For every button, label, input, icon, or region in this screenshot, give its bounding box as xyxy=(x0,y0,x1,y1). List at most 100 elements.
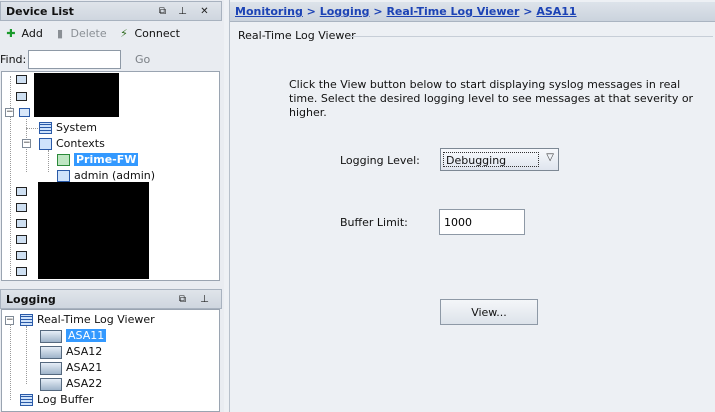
firewall-device-icon xyxy=(40,329,62,343)
breadcrumb-logging[interactable]: Logging xyxy=(320,5,370,18)
pin-icon[interactable]: ⊥ xyxy=(197,292,212,307)
system-icon xyxy=(39,122,52,134)
log-buffer-icon xyxy=(20,394,33,406)
tree-item-system[interactable]: System xyxy=(39,120,97,136)
buffer-limit-input[interactable] xyxy=(439,209,525,235)
device-tree[interactable]: − System − Contexts Prime-FW admin (admi… xyxy=(1,71,220,281)
logging-tree[interactable]: − Real-Time Log Viewer ASA11 ASA12 ASA21… xyxy=(1,309,220,412)
connect-label: Connect xyxy=(134,27,180,40)
contexts-icon xyxy=(39,138,52,150)
context-icon xyxy=(57,154,70,166)
breadcrumb-device[interactable]: ASA11 xyxy=(536,5,576,18)
device-toolbar: ✚ Add ▮ Delete ⚡ Connect xyxy=(0,23,222,45)
asa12-label: ASA12 xyxy=(66,345,103,358)
device-list-header: Device List ⧉ ⊥ ✕ xyxy=(0,1,222,21)
firewall-device-icon xyxy=(40,377,62,391)
tree-item-asa22[interactable]: ASA22 xyxy=(40,376,102,392)
device-icon xyxy=(19,107,30,117)
log-viewer-icon xyxy=(20,314,33,326)
buffer-limit-label: Buffer Limit: xyxy=(340,216,408,229)
tree-device-7[interactable] xyxy=(16,232,27,248)
firewall-device-icon xyxy=(40,361,62,375)
tree-device-4[interactable] xyxy=(16,184,27,200)
tree-device-9[interactable] xyxy=(16,264,27,280)
connect-icon: ⚡ xyxy=(120,27,128,40)
tree-device-6[interactable] xyxy=(16,216,27,232)
logging-level-label: Logging Level: xyxy=(340,154,420,167)
breadcrumb-separator: > xyxy=(373,5,383,18)
system-label: System xyxy=(56,121,98,134)
computer-icon xyxy=(16,250,27,260)
tree-item-prime-fw[interactable]: Prime-FW xyxy=(57,152,139,168)
computer-icon xyxy=(16,74,27,84)
asa22-label: ASA22 xyxy=(66,377,103,390)
computer-icon xyxy=(16,266,27,276)
collapse-icon[interactable]: − xyxy=(5,108,14,117)
main-content: Monitoring > Logging > Real-Time Log Vie… xyxy=(229,0,715,412)
logging-header: Logging ⧉ ⊥ xyxy=(0,289,222,309)
delete-button[interactable]: ▮ Delete xyxy=(53,26,107,42)
chevron-down-icon: ▽ xyxy=(546,152,554,163)
real-time-log-viewer-label: Real-Time Log Viewer xyxy=(37,313,155,326)
tree-guide-line xyxy=(10,324,11,400)
restore-icon[interactable]: ⧉ xyxy=(175,292,190,307)
find-label: Find: xyxy=(0,53,27,66)
tree-item-real-time-log-viewer[interactable]: Real-Time Log Viewer xyxy=(20,312,155,328)
logging-level-value: Debugging xyxy=(443,152,539,167)
view-button[interactable]: View... xyxy=(440,299,538,325)
logging-title: Logging xyxy=(6,293,56,306)
add-label: Add xyxy=(21,27,43,40)
admin-label: admin (admin) xyxy=(74,169,156,182)
contexts-label: Contexts xyxy=(56,137,105,150)
computer-icon xyxy=(16,186,27,196)
tree-device-8[interactable] xyxy=(16,248,27,264)
prime-fw-label: Prime-FW xyxy=(74,153,139,166)
restore-icon[interactable]: ⧉ xyxy=(155,4,170,19)
computer-icon xyxy=(16,218,27,228)
tree-device-5[interactable] xyxy=(16,200,27,216)
trash-icon: ▮ xyxy=(56,27,64,40)
redacted-block xyxy=(38,182,149,279)
pin-icon[interactable]: ⊥ xyxy=(175,4,190,19)
firewall-device-icon xyxy=(40,345,62,359)
computer-icon xyxy=(16,202,27,212)
breadcrumb-monitoring[interactable]: Monitoring xyxy=(235,5,303,18)
breadcrumb: Monitoring > Logging > Real-Time Log Vie… xyxy=(230,2,715,22)
device-list-title: Device List xyxy=(6,5,74,18)
connect-button[interactable]: ⚡ Connect xyxy=(117,26,180,42)
breadcrumb-viewer[interactable]: Real-Time Log Viewer xyxy=(386,5,519,18)
tree-guide-line xyxy=(26,326,27,384)
plus-icon: ✚ xyxy=(6,27,16,40)
tree-guide-line xyxy=(26,128,38,129)
tree-guide-line xyxy=(10,76,11,276)
breadcrumb-separator: > xyxy=(523,5,533,18)
asa11-label: ASA11 xyxy=(66,329,107,342)
go-button[interactable]: Go xyxy=(135,53,150,66)
find-input[interactable] xyxy=(28,50,121,69)
tree-device-2[interactable] xyxy=(16,89,27,105)
left-column: Device List ⧉ ⊥ ✕ ✚ Add ▮ Delete ⚡ Conne… xyxy=(0,0,224,412)
logging-level-select[interactable]: Debugging ▽ xyxy=(440,148,559,171)
breadcrumb-separator: > xyxy=(306,5,316,18)
collapse-icon[interactable]: − xyxy=(22,139,31,148)
asa21-label: ASA21 xyxy=(66,361,103,374)
computer-icon xyxy=(16,234,27,244)
tree-item-asa21[interactable]: ASA21 xyxy=(40,360,102,376)
tree-item-asa12[interactable]: ASA12 xyxy=(40,344,102,360)
log-buffer-label: Log Buffer xyxy=(37,393,94,406)
close-icon[interactable]: ✕ xyxy=(197,4,212,19)
section-divider xyxy=(348,36,713,37)
tree-item-log-buffer[interactable]: Log Buffer xyxy=(20,392,94,408)
computer-icon xyxy=(16,91,27,101)
redacted-block xyxy=(34,73,119,117)
tree-guide-line xyxy=(48,150,49,172)
section-title: Real-Time Log Viewer xyxy=(238,29,356,42)
tree-device-3[interactable] xyxy=(19,105,30,121)
tree-device-1[interactable] xyxy=(16,72,27,88)
delete-label: Delete xyxy=(70,27,107,40)
find-row: Find: Go xyxy=(0,50,222,70)
tree-item-asa11[interactable]: ASA11 xyxy=(40,328,107,344)
add-button[interactable]: ✚ Add xyxy=(4,26,43,42)
context-icon xyxy=(57,170,70,182)
instructions-text: Click the View button below to start dis… xyxy=(289,78,694,119)
